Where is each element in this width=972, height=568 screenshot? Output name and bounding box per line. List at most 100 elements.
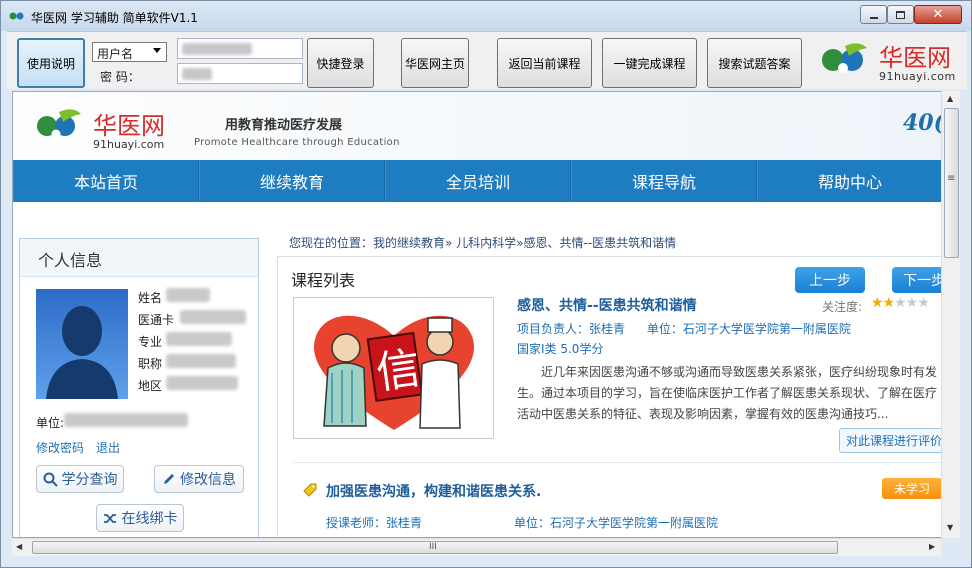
horizontal-scroll-thumb[interactable]: III [32, 541, 838, 554]
window-title: 华医网 学习辅助 简单软件V1.1 [31, 11, 198, 25]
star-filled-icon: ★★ [871, 295, 895, 311]
svg-text:信: 信 [373, 343, 424, 400]
site-slogan-en: Promote Healthcare through Education [194, 137, 400, 148]
status-badge: 未学习 [882, 478, 942, 499]
section-teacher: 授课老师：张桂青 [326, 514, 422, 531]
close-button[interactable]: ✕ [914, 5, 962, 24]
site-logo-icon [37, 109, 81, 139]
vertical-scrollbar[interactable]: ▲ ≡ ▼ [941, 91, 960, 538]
brand-logo: 华医网 91huayi.com [819, 36, 959, 86]
site-logo-text: 华医网 [93, 112, 165, 140]
teacher-name: 张桂青 [386, 516, 423, 530]
web-browser-view: 华医网 91huayi.com 用教育推动医疗发展 Promote Health… [12, 91, 960, 538]
homepage-button[interactable]: 华医网主页 [401, 38, 469, 88]
profile-heading: 个人信息 [20, 239, 258, 277]
star-empty-icon: ★★★ [894, 295, 930, 311]
attention-label: 关注度: [822, 300, 863, 314]
logout-link[interactable]: 退出 [96, 439, 120, 456]
one-click-complete-button[interactable]: 一键完成课程 [602, 38, 697, 88]
redacted-name [166, 288, 210, 302]
section-title-link[interactable]: 加强医患沟通，构建和谐医患关系. [326, 481, 541, 501]
user-silhouette-icon [46, 306, 118, 399]
change-password-link[interactable]: 修改密码 [36, 439, 84, 456]
help-button[interactable]: 使用说明 [17, 38, 85, 88]
evaluate-course-button[interactable]: 对此课程进行评价 [839, 428, 954, 453]
tag-icon [303, 483, 317, 497]
nav-staff-training[interactable]: 全员培训 [385, 160, 571, 202]
nav-home[interactable]: 本站首页 [13, 160, 199, 202]
password-input[interactable] [177, 63, 303, 84]
username-input[interactable] [177, 38, 303, 59]
site-slogan: 用教育推动医疗发展 [225, 118, 343, 133]
course-unit: 石河子大学医学院第一附属医院 [682, 322, 851, 336]
leader-name: 张桂青 [589, 322, 626, 336]
section-unit-name: 石河子大学医学院第一附属医院 [550, 516, 719, 530]
maximize-icon [896, 10, 905, 19]
unit-label: 单位: [36, 416, 65, 430]
scroll-left-icon[interactable]: ◀ [16, 542, 22, 551]
credit-query-button[interactable]: 学分查询 [36, 465, 124, 493]
app-window: 华医网 学习辅助 简单软件V1.1 ✕ 使用说明 用户名 密 码： 快捷登录 华… [0, 0, 972, 568]
title-bar: 华医网 学习辅助 简单软件V1.1 ✕ [1, 1, 971, 31]
region-label: 地区 [138, 379, 163, 393]
course-list-heading: 课程列表 [291, 271, 356, 290]
nav-continuing-education[interactable]: 继续教育 [199, 160, 385, 202]
name-label: 姓名 [138, 291, 163, 305]
vertical-grip: ≡ [947, 173, 956, 184]
bind-card-button[interactable]: 在线绑卡 [96, 504, 184, 532]
chevron-down-icon [153, 48, 161, 53]
site-header: 华医网 91huayi.com 用教育推动医疗发展 Promote Health… [13, 92, 944, 160]
close-icon: ✕ [932, 7, 944, 22]
search-icon [43, 472, 58, 487]
redacted-region [166, 376, 238, 390]
redacted-title [166, 354, 236, 368]
scroll-right-icon[interactable]: ▶ [929, 542, 935, 551]
logo-text: 华医网 [879, 44, 951, 72]
card-label: 医通卡 [138, 313, 175, 327]
leader-label: 项目负责人： [517, 322, 590, 336]
minimize-icon [869, 16, 878, 19]
credit-query-label: 学分查询 [61, 472, 118, 488]
toolbar: 使用说明 用户名 密 码： 快捷登录 华医网主页 返回当前课程 一键完成课程 搜… [7, 31, 967, 89]
logo-url: 91huayi.com [879, 70, 956, 83]
prev-step-button[interactable]: 上一步 [795, 267, 865, 293]
divider [293, 462, 953, 463]
nav-course-guide[interactable]: 课程导航 [571, 160, 757, 202]
logo-mark-icon [822, 43, 867, 73]
password-label: 密 码： [100, 70, 140, 84]
title-label: 职称 [138, 357, 163, 371]
nav-help-center[interactable]: 帮助中心 [757, 160, 943, 202]
vertical-scroll-thumb[interactable]: ≡ [944, 108, 959, 258]
redacted-unit [64, 413, 188, 427]
rating-stars: ★★★★★ [871, 295, 930, 311]
course-unit-label: 单位： [646, 322, 683, 336]
teacher-label: 授课老师： [326, 516, 387, 530]
scroll-down-icon[interactable]: ▼ [947, 523, 953, 532]
search-answers-button[interactable]: 搜索试题答案 [707, 38, 802, 88]
course-description: 近几年来因医患沟通不够或沟通而导致医患关系紧张，医疗纠纷现象时有发生。通过本项目… [517, 365, 938, 421]
edit-info-button[interactable]: 修改信息 [154, 465, 244, 493]
redacted-username [182, 43, 252, 55]
shuffle-icon [103, 513, 116, 523]
course-list-panel: 课程列表 上一步 下一步 信 感恩、共情--医患共筑和谐情 关注度: ★★★★★… [277, 256, 959, 537]
pencil-icon [164, 474, 174, 484]
site-logo-url: 91huayi.com [93, 138, 165, 151]
redacted-password [182, 68, 212, 80]
app-icon [9, 12, 24, 20]
course-cover-image: 信 [293, 297, 494, 439]
return-course-button[interactable]: 返回当前课程 [497, 38, 592, 88]
bind-card-label: 在线绑卡 [121, 511, 178, 527]
horizontal-grip: III [429, 542, 437, 552]
site-nav: 本站首页 继续教育 全员培训 课程导航 帮助中心 [13, 160, 943, 202]
scroll-up-icon[interactable]: ▲ [947, 94, 953, 103]
section-unit: 单位：石河子大学医学院第一附属医院 [514, 514, 718, 531]
redacted-card [180, 310, 246, 324]
course-title-link[interactable]: 感恩、共情--医患共筑和谐情 [517, 295, 697, 315]
profile-panel: 个人信息 姓名 医通卡 专业 职称 地区 单位: 修改密码 退出 学分查询 修改… [19, 238, 259, 537]
horizontal-scrollbar[interactable]: ◀ III ▶ [12, 538, 941, 556]
maximize-button[interactable] [887, 5, 914, 24]
minimize-button[interactable] [860, 5, 887, 24]
quick-login-button[interactable]: 快捷登录 [307, 38, 374, 88]
avatar [36, 289, 128, 399]
course-credit: 国家I类 5.0学分 [517, 342, 604, 356]
